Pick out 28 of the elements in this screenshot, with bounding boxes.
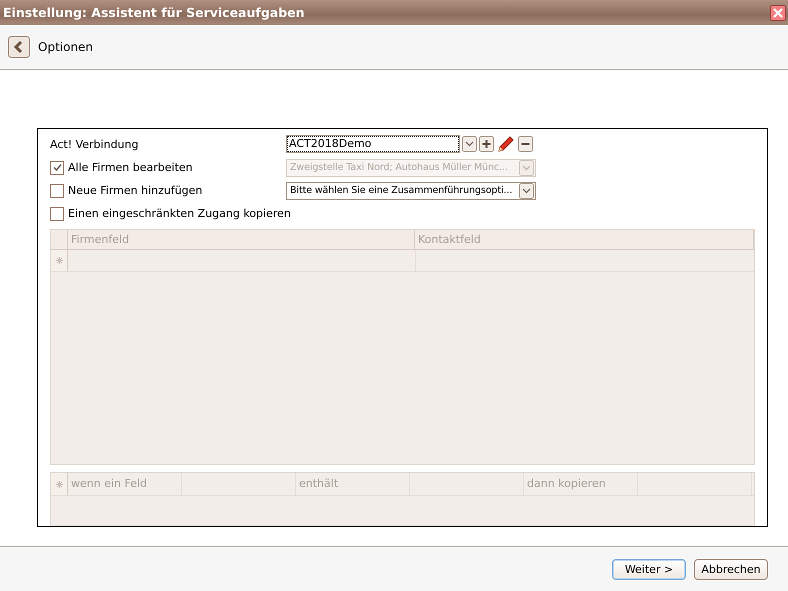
column-header[interactable]: Kontaktfeld: [415, 230, 754, 249]
page-title: Optionen: [38, 40, 94, 54]
new-row-icon: [56, 257, 62, 264]
dropdown-icon[interactable]: [519, 182, 534, 198]
column-header[interactable]: Firmenfeld: [68, 230, 415, 249]
add-icon[interactable]: [479, 136, 494, 152]
checkbox-label: Einen eingeschränkten Zugang kopieren: [68, 207, 291, 220]
checkbox-label: Neue Firmen hinzufügen: [68, 184, 202, 197]
connection-field[interactable]: ACT2018Demo: [286, 135, 460, 153]
dropdown-icon[interactable]: [462, 136, 477, 152]
close-icon[interactable]: [770, 4, 786, 20]
checkbox-label: Alle Firmen bearbeiten: [68, 161, 193, 174]
window-title: Einstellung: Assistent für Serviceaufgaben: [3, 5, 305, 20]
remove-icon[interactable]: [518, 136, 533, 152]
check-icon: [52, 162, 62, 173]
checkbox[interactable]: [50, 184, 64, 198]
checkbox[interactable]: [50, 206, 64, 220]
column-header[interactable]: dann kopieren: [524, 473, 638, 495]
new-row-icon: [56, 480, 62, 488]
dropdown[interactable]: Bitte wählen Sie eine Zusammenführungsopti...: [286, 182, 536, 200]
dialog-button[interactable]: Abbrechen: [694, 558, 768, 580]
column-header[interactable]: wenn ein Feld: [68, 473, 182, 495]
back-icon[interactable]: [8, 36, 30, 58]
dialog-button[interactable]: Weiter >: [612, 558, 686, 580]
pencil-icon[interactable]: [496, 135, 516, 153]
column-header[interactable]: enthält: [296, 473, 410, 495]
checkbox[interactable]: [50, 160, 64, 174]
connection-label: Act! Verbindung: [50, 138, 138, 151]
